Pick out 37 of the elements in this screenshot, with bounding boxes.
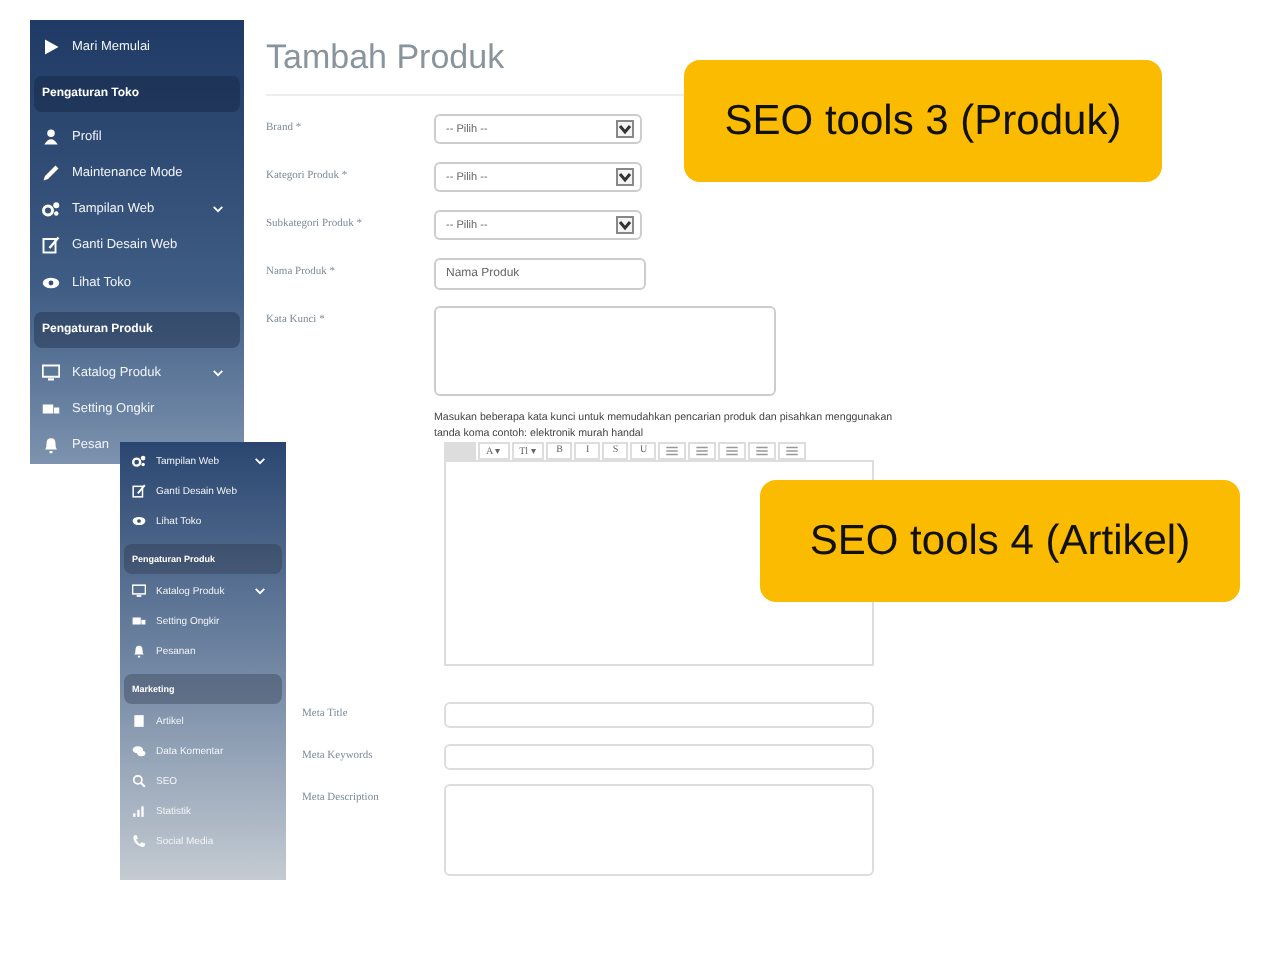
list-icon [786,446,799,456]
person-icon [42,127,60,146]
edit-icon [42,236,60,255]
monitor-icon [132,584,146,598]
monitor-icon [42,363,60,382]
dropdown-arrow-icon [616,216,634,234]
callout-label: SEO tools 4 (Artikel) [760,480,1240,602]
toolbar-button[interactable] [778,442,807,460]
toolbar-button[interactable] [658,442,687,460]
text-area[interactable] [434,306,776,396]
magnifier-icon [132,774,146,788]
document-icon [132,714,146,728]
phone-icon [132,834,146,848]
toolbar-spacer [444,442,476,460]
list-icon [756,446,769,456]
input-field[interactable] [444,744,874,770]
dropdown-arrow-icon [616,168,634,186]
eye-icon [42,273,60,292]
gear-icon [42,200,60,219]
play-icon [42,37,60,56]
bar-chart-icon [132,804,146,818]
callout-label: SEO tools 3 (Produk) [684,60,1162,182]
edit-icon [132,484,146,498]
bell-icon [42,436,60,455]
bell-icon [132,644,146,658]
toolbar-button[interactable] [748,442,777,460]
toolbar-button[interactable] [688,442,717,460]
list-icon [666,446,679,456]
dropdown-arrow-icon [616,120,634,138]
list-icon [696,446,709,456]
input-field[interactable] [444,702,874,728]
eye-icon [132,514,146,528]
pencil-icon [42,164,60,183]
gear-icon [132,454,146,468]
list-icon [726,446,739,456]
chat-bubble-icon [132,744,146,758]
toolbar-button[interactable] [718,442,747,460]
